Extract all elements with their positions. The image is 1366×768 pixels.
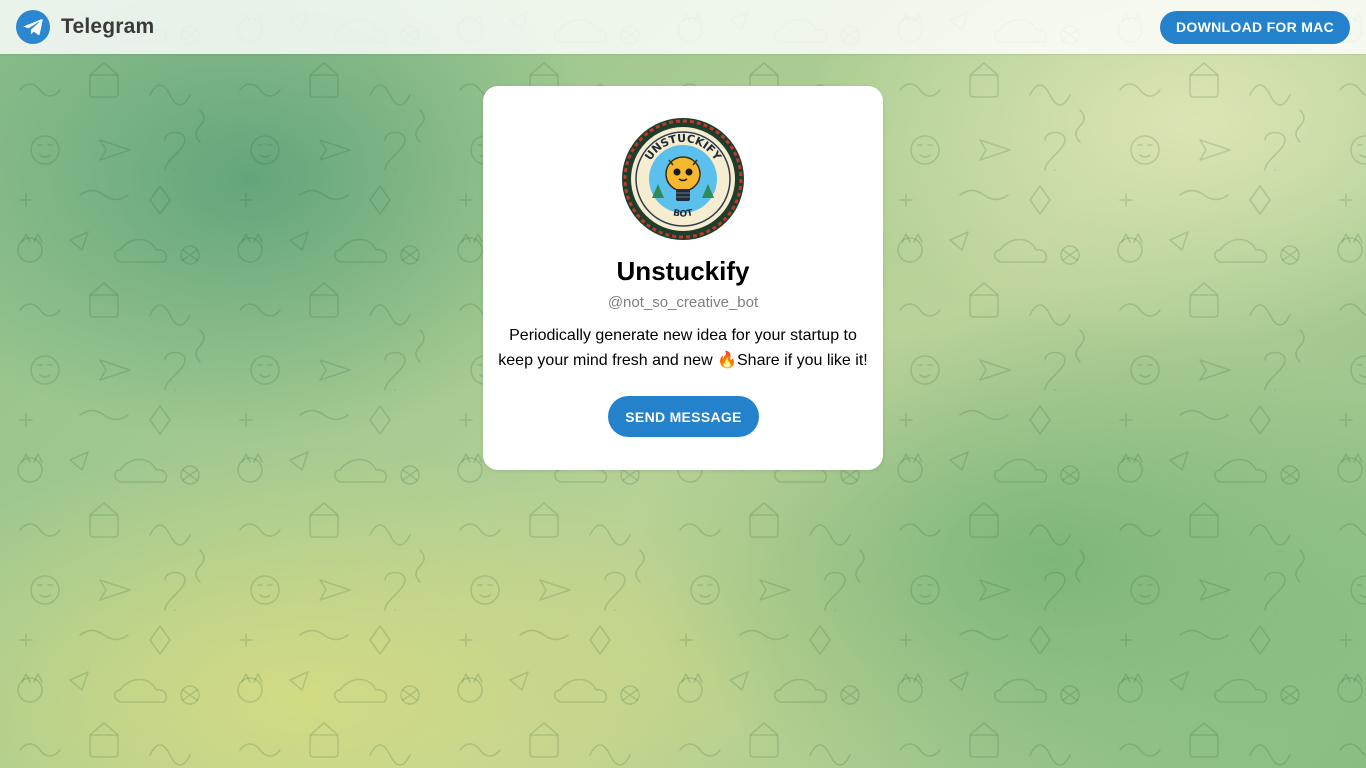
bot-username: @not_so_creative_bot <box>607 294 759 311</box>
bot-avatar: UNSTUCKIFY BOT <box>622 118 744 240</box>
bot-description: Periodically generate new idea for your … <box>498 327 868 369</box>
bot-profile-card: UNSTUCKIFY BOT Unstuckify @not_so_creati… <box>483 86 883 470</box>
telegram-plane-icon <box>16 10 50 44</box>
app-name: Telegram <box>61 15 155 38</box>
avatar-bottom-text: BOT <box>672 208 695 219</box>
top-navigation-bar: Telegram DOWNLOAD FOR MAC <box>0 0 1366 54</box>
telegram-home-link[interactable]: Telegram <box>16 10 154 44</box>
bot-name: Unstuckify <box>616 256 750 286</box>
download-for-mac-button[interactable]: DOWNLOAD FOR MAC <box>1160 10 1350 44</box>
send-message-button[interactable]: SEND MESSAGE <box>608 396 759 437</box>
